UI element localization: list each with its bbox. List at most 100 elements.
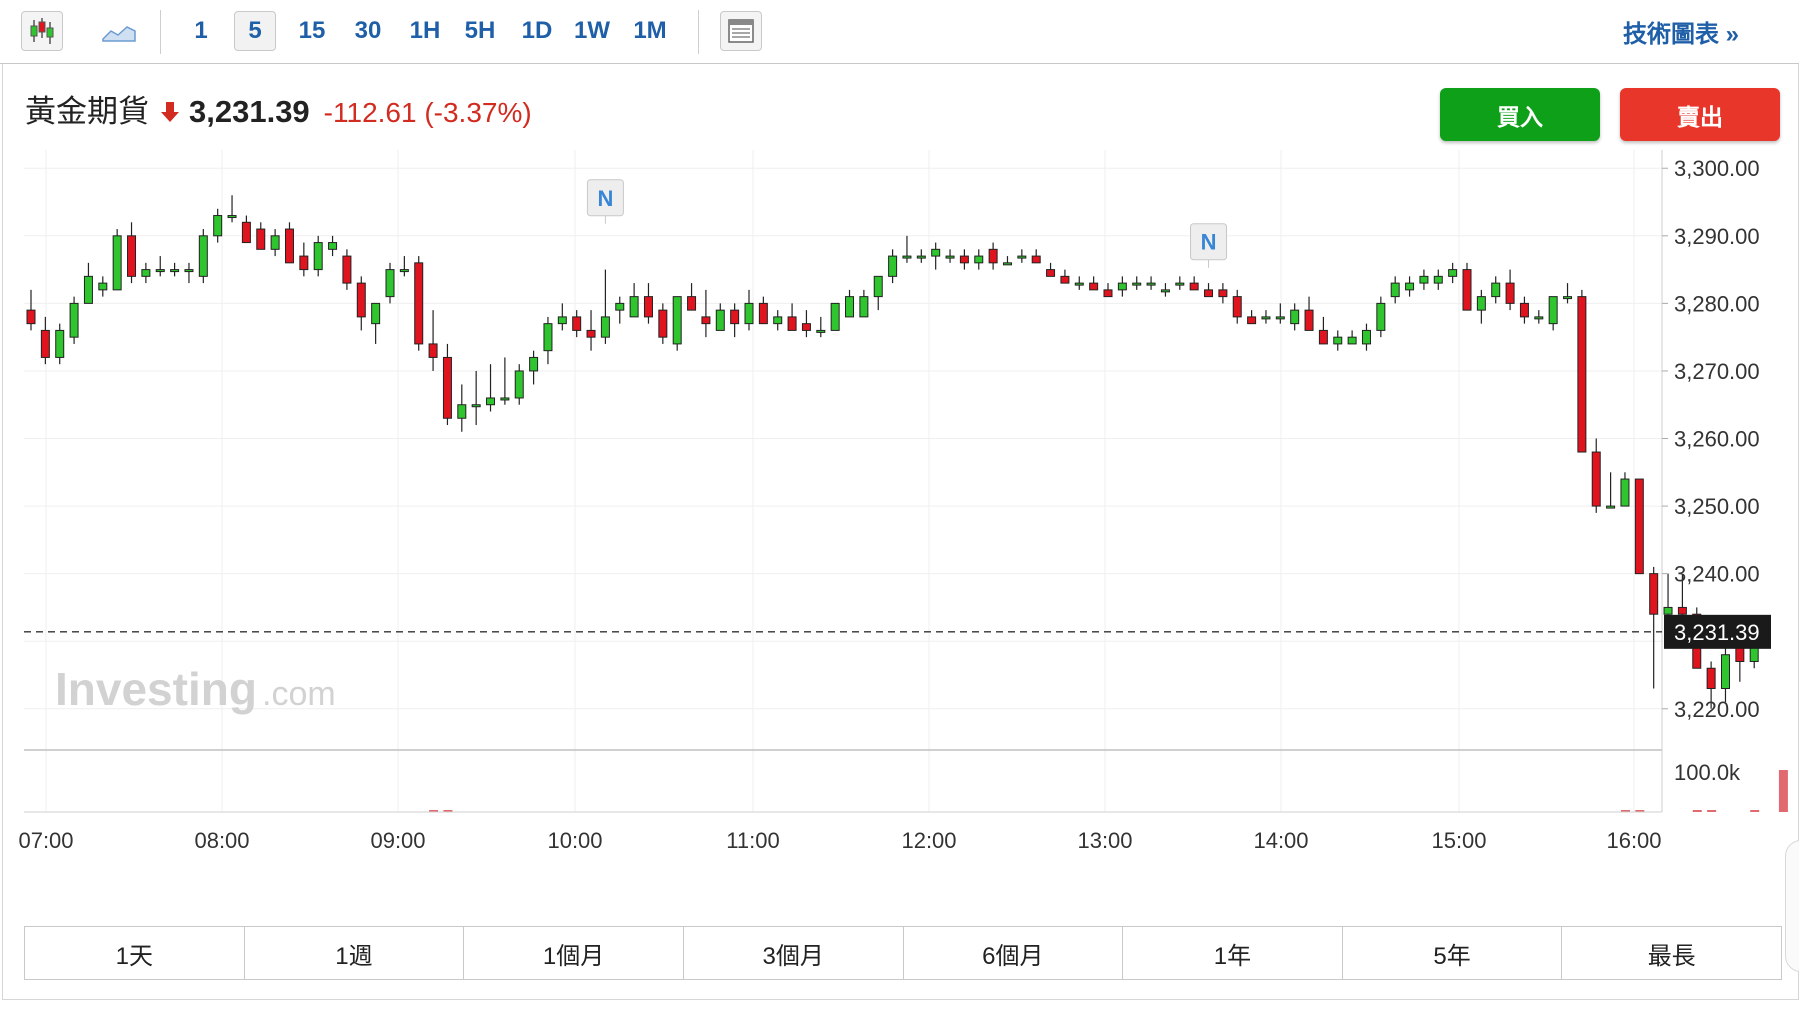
y-tick-label: 3,220.00 <box>1674 697 1760 722</box>
range-max[interactable]: 最長 <box>1562 927 1781 979</box>
candle-body <box>701 316 711 325</box>
range-1w[interactable]: 1週 <box>245 927 465 979</box>
interval-30[interactable]: 30 <box>345 11 391 51</box>
candle-body <box>256 228 266 250</box>
candle <box>98 276 108 297</box>
candlestick-chart-icon[interactable] <box>21 11 63 51</box>
time-range-selector: 1天 1週 1個月 3個月 6個月 1年 5年 最長 <box>24 926 1782 980</box>
candle <box>543 316 553 365</box>
toolbar-divider <box>698 10 699 54</box>
candle-body <box>471 404 481 408</box>
candle <box>1247 310 1257 325</box>
interval-1w[interactable]: 1W <box>568 11 616 51</box>
buy-button[interactable]: 買入 <box>1440 88 1600 141</box>
candle <box>155 256 165 277</box>
candle-body <box>1261 316 1271 320</box>
news-marker[interactable]: N <box>586 179 624 224</box>
x-tick-label: 07:00 <box>18 828 73 850</box>
candle-body <box>328 242 338 250</box>
candle-body <box>198 235 208 277</box>
range-1d[interactable]: 1天 <box>25 927 245 979</box>
candle <box>1333 330 1343 351</box>
candle <box>170 262 180 277</box>
candle <box>1290 303 1300 331</box>
interval-1[interactable]: 1 <box>180 11 222 51</box>
interval-1m[interactable]: 1M <box>626 11 674 51</box>
y-tick-label: 3,290.00 <box>1674 224 1760 249</box>
candle <box>414 256 424 351</box>
volume-series <box>429 770 1788 812</box>
range-5y[interactable]: 5年 <box>1343 927 1563 979</box>
candle-body <box>442 356 452 419</box>
price-chart[interactable]: Investing .com N N 3,300.00 3,290.00 3,280.… <box>0 150 1799 850</box>
candle-body <box>557 316 567 325</box>
interval-15[interactable]: 15 <box>290 11 334 51</box>
candle <box>1548 296 1558 331</box>
candle-body <box>1376 302 1386 331</box>
watermark-suffix: .com <box>262 675 336 713</box>
candle-body <box>1663 606 1673 615</box>
candle-body <box>342 255 352 284</box>
news-marker[interactable]: N <box>1190 223 1228 268</box>
candle <box>313 235 323 277</box>
candle <box>758 296 768 325</box>
range-6m[interactable]: 6個月 <box>904 927 1124 979</box>
candle <box>730 303 740 338</box>
range-1y[interactable]: 1年 <box>1123 927 1343 979</box>
range-1m[interactable]: 1個月 <box>464 927 684 979</box>
candle <box>529 350 539 385</box>
x-tick-label: 11:00 <box>726 828 779 850</box>
candle <box>500 357 510 405</box>
interval-5h[interactable]: 5H <box>456 11 504 51</box>
area-chart-icon[interactable] <box>98 11 140 51</box>
candle-body <box>715 309 725 331</box>
y-tick-label: 3,260.00 <box>1674 427 1760 452</box>
table-view-icon[interactable] <box>720 11 762 51</box>
y-tick-label: 3,240.00 <box>1674 562 1760 587</box>
candle-body <box>816 329 826 333</box>
candle <box>787 303 797 331</box>
candle <box>916 249 926 263</box>
candle <box>830 302 840 331</box>
technical-chart-link[interactable]: 技術圖表 » <box>1623 14 1739 49</box>
candle <box>1089 276 1099 291</box>
candle <box>1160 283 1170 297</box>
candle <box>643 283 653 324</box>
candle <box>988 242 998 270</box>
x-tick-label: 15:00 <box>1431 828 1486 850</box>
chart-toolbar: 1 5 15 30 1H 5H 1D 1W 1M 技術圖表 » <box>0 0 1799 64</box>
candle-body <box>1720 654 1730 690</box>
candle <box>1720 641 1730 703</box>
candle-body <box>1577 296 1587 453</box>
price-down-arrow-icon <box>161 102 179 122</box>
candle <box>1519 296 1529 324</box>
candle <box>658 303 668 344</box>
interval-1h[interactable]: 1H <box>402 11 448 51</box>
candle <box>931 242 941 270</box>
watermark-brand: Investing <box>55 663 257 715</box>
candle-body <box>1361 329 1371 345</box>
candle-body <box>26 309 36 325</box>
interval-5[interactable]: 5 <box>234 11 276 51</box>
candle-body <box>916 255 926 259</box>
candle <box>198 229 208 284</box>
candle-body <box>1448 269 1458 277</box>
side-scroll-handle[interactable] <box>1785 840 1799 972</box>
candle-body <box>170 269 180 273</box>
candle-body <box>356 282 366 318</box>
candle <box>1304 296 1314 331</box>
range-3m[interactable]: 3個月 <box>684 927 904 979</box>
candle-body <box>658 309 668 338</box>
interval-1d[interactable]: 1D <box>514 11 560 51</box>
candle-body <box>299 255 309 271</box>
candle-body <box>859 296 869 318</box>
candle-body <box>744 302 754 325</box>
quote-header: 黃金期貨 3,231.39 -112.61 (-3.37%) <box>25 86 532 129</box>
candle-body <box>1204 289 1214 298</box>
candle-body <box>184 269 194 273</box>
sell-button[interactable]: 賣出 <box>1620 88 1780 141</box>
x-tick-label: 12:00 <box>901 828 956 850</box>
candle-body <box>586 329 596 338</box>
candle-body <box>1347 336 1357 345</box>
candle <box>1606 472 1616 509</box>
